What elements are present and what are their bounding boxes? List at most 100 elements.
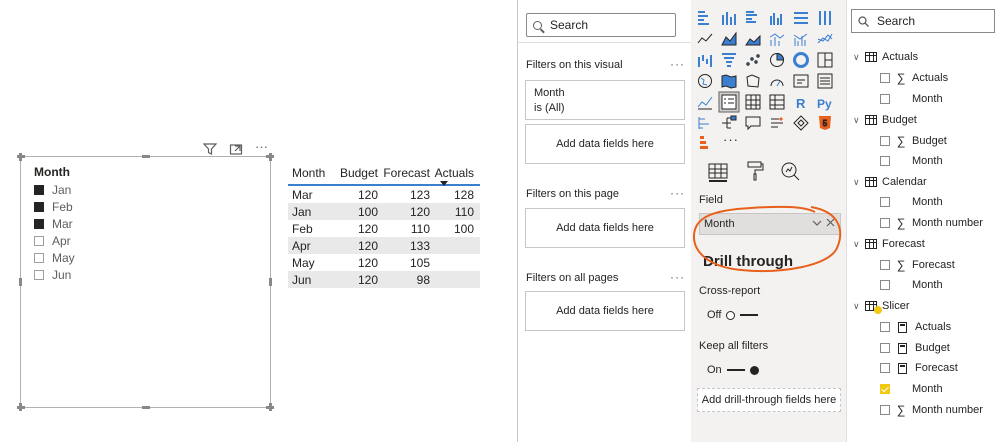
clustered-column-chart-icon — [770, 13, 782, 25]
table-node-actuals[interactable]: ∨ Actuals — [847, 47, 918, 67]
column-header[interactable]: Budget — [332, 166, 378, 184]
slicer-item-jun[interactable]: Jun — [34, 267, 71, 283]
table-node-forecast[interactable]: ∨ Forecast — [847, 234, 925, 254]
checkbox[interactable] — [880, 405, 890, 415]
clustered-bar-chart-icon — [746, 11, 757, 23]
resize-handle[interactable] — [19, 403, 22, 411]
sort-descending-icon — [440, 181, 448, 186]
checkbox[interactable] — [880, 73, 890, 83]
checkbox[interactable] — [880, 363, 890, 373]
add-data-fields-visual[interactable]: Add data fields here — [525, 124, 685, 164]
slicer-item-apr[interactable]: Apr — [34, 233, 71, 249]
checkbox[interactable] — [880, 94, 890, 104]
table-icon — [865, 239, 877, 249]
field-item[interactable]: Forecast — [847, 358, 958, 378]
toggle-state: On — [707, 364, 722, 376]
search-placeholder: Search — [877, 14, 916, 28]
checkbox[interactable] — [34, 219, 44, 229]
checkbox[interactable] — [880, 197, 890, 207]
format-paint-roller-icon[interactable] — [744, 160, 766, 182]
field-label: Month — [912, 279, 943, 291]
chevron-down-icon[interactable]: ∨ — [853, 115, 863, 126]
column-header[interactable]: Month — [288, 166, 332, 184]
field-item[interactable]: Budget — [847, 338, 950, 358]
field-item[interactable]: ∑ Actuals — [847, 68, 948, 88]
checkbox[interactable] — [34, 236, 44, 246]
chevron-down-icon[interactable]: ∨ — [853, 301, 863, 312]
checkbox[interactable] — [880, 343, 890, 353]
field-item[interactable]: ∑ Month number — [847, 213, 983, 233]
checkbox[interactable] — [880, 156, 890, 166]
column-header[interactable]: Actuals — [430, 166, 478, 184]
checkbox[interactable] — [34, 202, 44, 212]
sigma-icon: ∑ — [896, 403, 906, 417]
table-node-budget[interactable]: ∨ Budget — [847, 110, 917, 130]
more-visuals-icon[interactable]: ··· — [723, 132, 739, 147]
slicer-item-may[interactable]: May — [34, 250, 75, 266]
gauge-icon — [770, 79, 784, 87]
month-slicer[interactable]: Month Jan Feb Mar Apr May Jun — [17, 153, 274, 411]
slicer-item-feb[interactable]: Feb — [34, 199, 73, 215]
add-data-fields-page[interactable]: Add data fields here — [525, 208, 685, 248]
checkbox[interactable] — [880, 218, 890, 228]
checkbox[interactable] — [880, 322, 890, 332]
resize-handle[interactable] — [269, 403, 272, 411]
data-table[interactable]: Month Budget Forecast Actuals Mar 120 12… — [288, 166, 480, 288]
toggle-state: Off — [707, 309, 722, 321]
field-item[interactable]: Month — [847, 192, 943, 212]
column-header[interactable]: Forecast — [378, 166, 430, 184]
field-item[interactable]: Month — [847, 379, 943, 399]
visual-gallery[interactable]: 5 R Py — [697, 10, 839, 134]
resize-handle[interactable] — [269, 278, 272, 286]
field-item[interactable]: ∑ Budget — [847, 131, 947, 151]
slicer-item-label: Mar — [52, 217, 73, 231]
resize-handle[interactable] — [142, 155, 150, 158]
chevron-down-icon[interactable]: ∨ — [853, 177, 863, 188]
table-cell: Jan — [292, 204, 312, 219]
add-drill-through-fields[interactable]: Add drill-through fields here — [697, 388, 841, 412]
more-options-icon[interactable]: ··· — [670, 57, 685, 71]
table-row: Jan 100 120 110 — [288, 203, 480, 220]
checkbox[interactable] — [34, 253, 44, 263]
custom-visual-icon[interactable] — [699, 135, 713, 149]
field-item[interactable]: ∑ Forecast — [847, 255, 955, 275]
resize-handle[interactable] — [19, 153, 22, 161]
fields-tab-icon[interactable] — [707, 160, 729, 182]
cross-report-toggle[interactable]: Off — [707, 309, 759, 321]
line-chart-icon — [697, 33, 713, 44]
analytics-magnifier-icon[interactable] — [779, 160, 801, 182]
checkbox[interactable] — [880, 280, 890, 290]
chevron-down-icon[interactable]: ∨ — [853, 52, 863, 63]
resize-handle[interactable] — [269, 153, 272, 161]
add-data-fields-all-pages[interactable]: Add data fields here — [525, 291, 685, 331]
month-filter-card[interactable]: Month is (All) — [525, 80, 685, 120]
chevron-down-icon[interactable]: ∨ — [853, 239, 863, 250]
field-item[interactable]: Actuals — [847, 317, 951, 337]
filters-search-input[interactable]: Search — [526, 13, 676, 37]
slicer-item-mar[interactable]: Mar — [34, 216, 73, 232]
field-item[interactable]: Month — [847, 89, 943, 109]
field-item[interactable]: Month — [847, 275, 943, 295]
more-options-icon[interactable]: ··· — [670, 186, 685, 200]
table-cell: 133 — [409, 238, 430, 253]
field-item[interactable]: Month — [847, 151, 943, 171]
keep-all-filters-label: Keep all filters — [699, 340, 769, 352]
slicer-item-jan[interactable]: Jan — [34, 182, 71, 198]
checkbox-checked[interactable] — [880, 384, 890, 394]
field-item[interactable]: ∑ Month number — [847, 400, 983, 420]
keep-all-filters-toggle[interactable]: On — [707, 364, 759, 376]
fields-search-input[interactable]: Search — [851, 9, 995, 33]
checkbox[interactable] — [34, 270, 44, 280]
slicer-icon — [718, 91, 740, 113]
checkbox[interactable] — [880, 136, 890, 146]
table-name: Calendar — [882, 176, 927, 188]
drill-field-well[interactable]: Month — [699, 213, 841, 235]
100-column-chart-icon — [819, 11, 831, 25]
resize-handle[interactable] — [19, 278, 22, 286]
more-options-icon[interactable]: ··· — [670, 270, 685, 284]
checkbox[interactable] — [34, 185, 44, 195]
slicer-item-label: Apr — [52, 234, 71, 248]
resize-handle[interactable] — [142, 406, 150, 409]
table-node-calendar[interactable]: ∨ Calendar — [847, 172, 927, 192]
checkbox[interactable] — [880, 260, 890, 270]
